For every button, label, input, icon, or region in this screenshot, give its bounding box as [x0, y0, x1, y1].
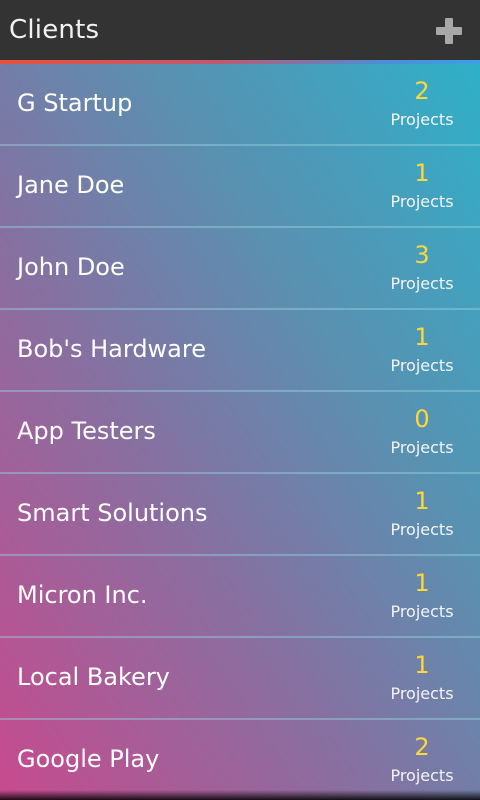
client-row[interactable]: App Testers 0 Projects — [0, 392, 480, 474]
client-row[interactable]: Jane Doe 1 Projects — [0, 146, 480, 228]
project-count-block: 2 Projects — [382, 732, 462, 786]
app-bar: Clients — [0, 0, 480, 60]
project-count: 2 — [414, 77, 430, 105]
projects-label: Projects — [390, 602, 454, 621]
project-count-block: 3 Projects — [382, 240, 462, 294]
project-count-block: 1 Projects — [382, 568, 462, 622]
page-title: Clients — [9, 15, 100, 45]
clients-screen: Clients G Startup 2 Projects Jane Doe 1 … — [0, 0, 480, 800]
project-count: 0 — [414, 405, 430, 433]
add-client-button[interactable] — [436, 18, 462, 44]
project-count: 1 — [414, 569, 430, 597]
project-count: 1 — [414, 323, 430, 351]
client-name: John Doe — [17, 253, 125, 281]
projects-label: Projects — [390, 766, 454, 785]
client-name: Bob's Hardware — [17, 335, 206, 363]
projects-label: Projects — [390, 192, 454, 211]
client-name: Micron Inc. — [17, 581, 148, 609]
projects-label: Projects — [390, 520, 454, 539]
plus-icon-vertical — [445, 18, 453, 44]
bottom-shadow — [0, 790, 480, 800]
client-name: Google Play — [17, 745, 160, 773]
client-list[interactable]: G Startup 2 Projects Jane Doe 1 Projects… — [0, 64, 480, 800]
client-row[interactable]: Google Play 2 Projects — [0, 720, 480, 800]
client-row[interactable]: Micron Inc. 1 Projects — [0, 556, 480, 638]
client-row[interactable]: John Doe 3 Projects — [0, 228, 480, 310]
project-count-block: 1 Projects — [382, 650, 462, 704]
client-row[interactable]: Local Bakery 1 Projects — [0, 638, 480, 720]
projects-label: Projects — [390, 684, 454, 703]
client-row[interactable]: Bob's Hardware 1 Projects — [0, 310, 480, 392]
client-name: Smart Solutions — [17, 499, 208, 527]
client-row[interactable]: G Startup 2 Projects — [0, 64, 480, 146]
client-name: App Testers — [17, 417, 156, 445]
project-count-block: 2 Projects — [382, 76, 462, 130]
client-name: Jane Doe — [17, 171, 125, 199]
client-row[interactable]: Smart Solutions 1 Projects — [0, 474, 480, 556]
project-count: 1 — [414, 651, 430, 679]
projects-label: Projects — [390, 438, 454, 457]
project-count-block: 1 Projects — [382, 486, 462, 540]
projects-label: Projects — [390, 110, 454, 129]
project-count: 1 — [414, 159, 430, 187]
projects-label: Projects — [390, 356, 454, 375]
client-name: G Startup — [17, 89, 133, 117]
project-count-block: 0 Projects — [382, 404, 462, 458]
project-count: 3 — [414, 241, 430, 269]
project-count: 2 — [414, 733, 430, 761]
project-count-block: 1 Projects — [382, 158, 462, 212]
client-name: Local Bakery — [17, 663, 170, 691]
project-count: 1 — [414, 487, 430, 515]
projects-label: Projects — [390, 274, 454, 293]
project-count-block: 1 Projects — [382, 322, 462, 376]
